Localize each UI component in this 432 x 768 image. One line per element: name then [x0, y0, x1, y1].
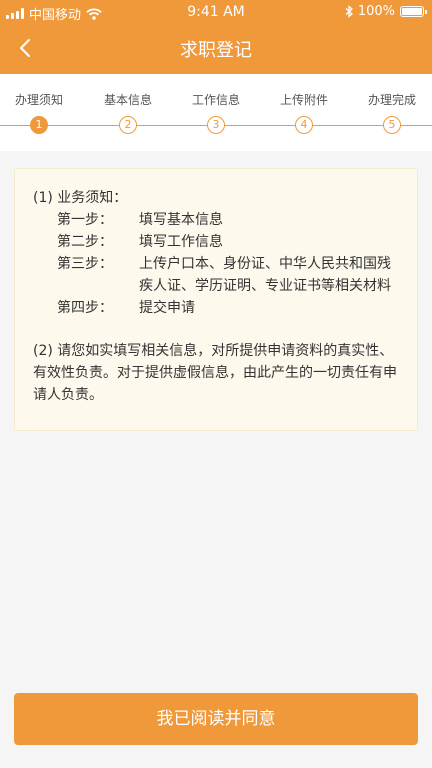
bluetooth-icon [345, 5, 353, 18]
step-label: 工作信息 [191, 93, 240, 107]
step-complete[interactable]: 办理完成 5 [348, 74, 432, 151]
header: 中国移动 9:41 AM 100% 求职登记 [0, 0, 432, 74]
notice-section1-title: (1) 业务须知： [33, 190, 128, 206]
notice-section2: (2) 请您如实填写相关信息，对所提供申请资料的真实性、有效性负责。对于提供虚假… [33, 343, 397, 403]
notice-step-key: 第一步： [57, 212, 113, 228]
step-number: 4 [295, 116, 313, 134]
step-basic-info[interactable]: 基本信息 2 [84, 74, 172, 151]
step-upload[interactable]: 上传附件 4 [260, 74, 348, 151]
notice-step-text: 填写基本信息 [139, 212, 223, 228]
status-right: 100% [345, 4, 427, 19]
step-label: 上传附件 [279, 93, 328, 107]
step-number: 5 [383, 116, 401, 134]
notice-step: 第三步： 上传户口本、身份证、中华人民共和国残疾人证、学历证明、专业证书等相关材… [33, 253, 401, 297]
notice-step-text: 填写工作信息 [139, 234, 223, 250]
page-title: 求职登记 [180, 40, 252, 61]
step-notice[interactable]: 办理须知 1 [0, 74, 83, 151]
notice-steps: 第一步： 填写基本信息 第二步： 填写工作信息 第三步： 上传户口本、身份证、中… [33, 209, 401, 319]
nav-bar: 求职登记 [0, 24, 432, 74]
step-work-info[interactable]: 工作信息 3 [172, 74, 260, 151]
notice-step-key: 第四步： [57, 300, 113, 316]
step-number: 1 [30, 116, 48, 134]
battery-percent: 100% [357, 4, 395, 19]
notice-step: 第一步： 填写基本信息 [33, 209, 401, 231]
notice-step-key: 第三步： [57, 256, 113, 272]
status-bar: 中国移动 9:41 AM 100% [0, 0, 432, 24]
step-label: 办理完成 [367, 93, 416, 107]
notice-step-text: 上传户口本、身份证、中华人民共和国残疾人证、学历证明、专业证书等相关材料 [139, 256, 391, 294]
step-indicator: 办理须知 1 基本信息 2 工作信息 3 上传附件 4 办理完成 5 [0, 74, 432, 151]
step-number: 3 [207, 116, 225, 134]
agree-button[interactable]: 我已阅读并同意 [14, 693, 418, 745]
notice-box: (1) 业务须知： 第一步： 填写基本信息 第二步： 填写工作信息 第三步： 上… [14, 168, 418, 431]
notice-step: 第四步： 提交申请 [33, 297, 401, 319]
battery-icon [400, 6, 427, 17]
notice-step: 第二步： 填写工作信息 [33, 231, 401, 253]
step-label: 基本信息 [103, 93, 152, 107]
step-number: 2 [119, 116, 137, 134]
notice-step-text: 提交申请 [139, 300, 195, 316]
step-label: 办理须知 [14, 93, 63, 107]
notice-step-key: 第二步： [57, 234, 113, 250]
